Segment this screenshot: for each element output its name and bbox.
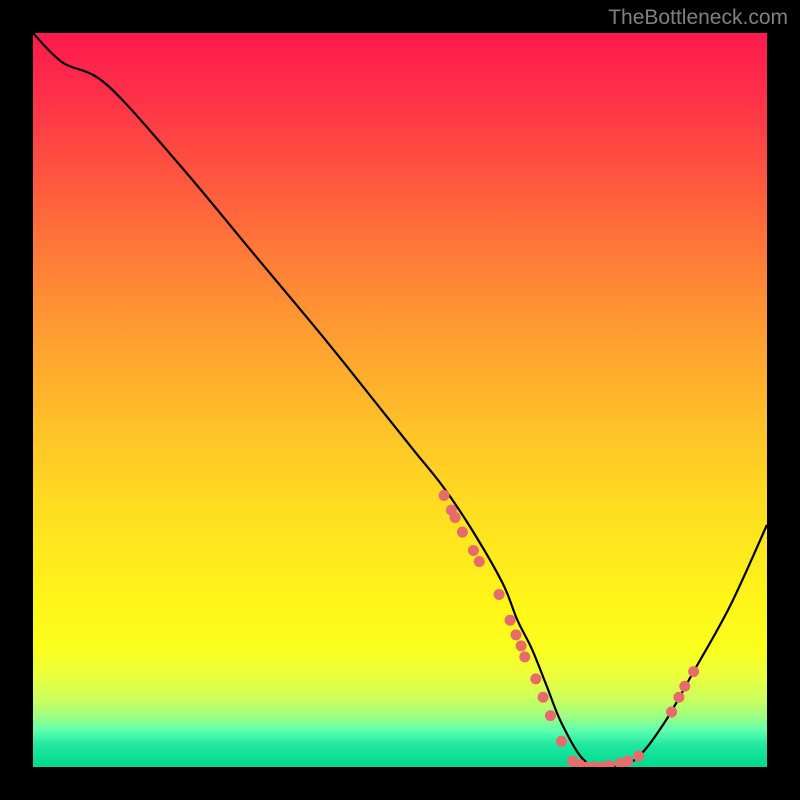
bottleneck-curve [33,33,767,767]
data-point [538,692,549,703]
data-point [516,640,527,651]
watermark-text: TheBottleneck.com [608,6,788,30]
data-point [519,651,530,662]
data-point [688,666,699,677]
data-point [633,750,644,761]
data-point [505,615,516,626]
data-point [494,589,505,600]
data-point [457,527,468,538]
data-point [666,706,677,717]
data-point [450,512,461,523]
chart-svg [33,33,767,767]
data-point [530,673,541,684]
data-point [474,556,485,567]
data-point [439,490,450,501]
data-point [604,760,615,767]
plot-area [33,33,767,767]
data-markers [439,490,700,767]
data-point [510,629,521,640]
data-point [468,545,479,556]
data-point [679,681,690,692]
data-point [622,756,633,767]
data-point [545,710,556,721]
data-point [673,692,684,703]
data-point [556,736,567,747]
